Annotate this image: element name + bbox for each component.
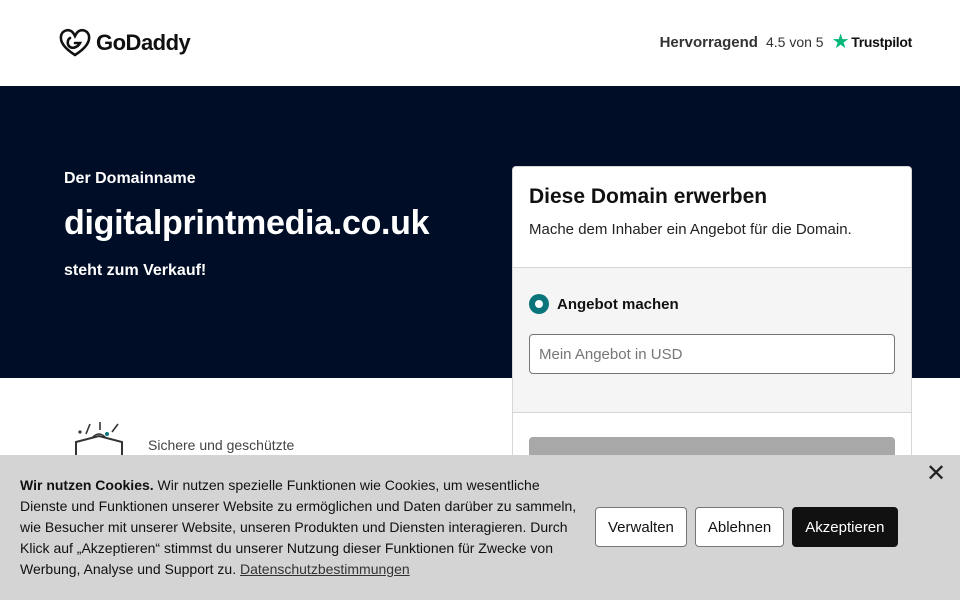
logo-text: GoDaddy [96, 30, 191, 55]
offer-card-header: Diese Domain erwerben Mache dem Inhaber … [513, 167, 911, 268]
hero-posttext: steht zum Verkauf! [64, 262, 207, 279]
radio-dot [535, 300, 543, 308]
privacy-link[interactable]: Datenschutzbestimmungen [240, 561, 410, 577]
star-icon: ★ [831, 31, 850, 53]
hero-pretext: Der Domainname [64, 170, 196, 187]
cookie-title: Wir nutzen Cookies. [20, 477, 154, 493]
trust-rating: Hervorragend [659, 33, 758, 51]
offer-form: Angebot machen [513, 268, 911, 413]
godaddy-logo-icon [59, 28, 91, 57]
trustpilot-name: Trustpilot [851, 34, 912, 50]
close-icon[interactable]: ✕ [924, 460, 948, 487]
offer-card: Diese Domain erwerben Mache dem Inhaber … [512, 166, 912, 486]
cookie-text: Wir nutzen Cookies. Wir nutzen spezielle… [20, 475, 590, 580]
trustpilot-widget[interactable]: Hervorragend 4.5 von 5 ★ Trustpilot [659, 31, 913, 53]
radio-selected-icon[interactable] [529, 294, 549, 314]
domain-name: digitalprintmedia.co.uk [64, 204, 430, 242]
site-header: GoDaddy Hervorragend 4.5 von 5 ★ Trustpi… [0, 0, 960, 86]
offer-card-subtitle: Mache dem Inhaber ein Angebot für die Do… [529, 221, 852, 238]
decline-cookies-button[interactable]: Ablehnen [694, 507, 785, 547]
manage-cookies-button[interactable]: Verwalten [595, 507, 687, 547]
offer-amount-input[interactable] [529, 334, 895, 374]
trust-score: 4.5 von 5 [765, 34, 824, 50]
godaddy-logo[interactable]: GoDaddy [58, 28, 191, 58]
feature-text: Sichere und geschützte [148, 437, 295, 453]
offer-option-label: Angebot machen [557, 295, 679, 313]
offer-card-title: Diese Domain erwerben [529, 185, 768, 208]
trustpilot-brand: ★ Trustpilot [831, 31, 913, 53]
offer-option[interactable]: Angebot machen [529, 294, 679, 314]
cookie-banner: Wir nutzen Cookies. Wir nutzen spezielle… [0, 455, 960, 600]
cookie-buttons: Verwalten Ablehnen Akzeptieren [595, 507, 898, 547]
accept-cookies-button[interactable]: Akzeptieren [792, 507, 898, 547]
